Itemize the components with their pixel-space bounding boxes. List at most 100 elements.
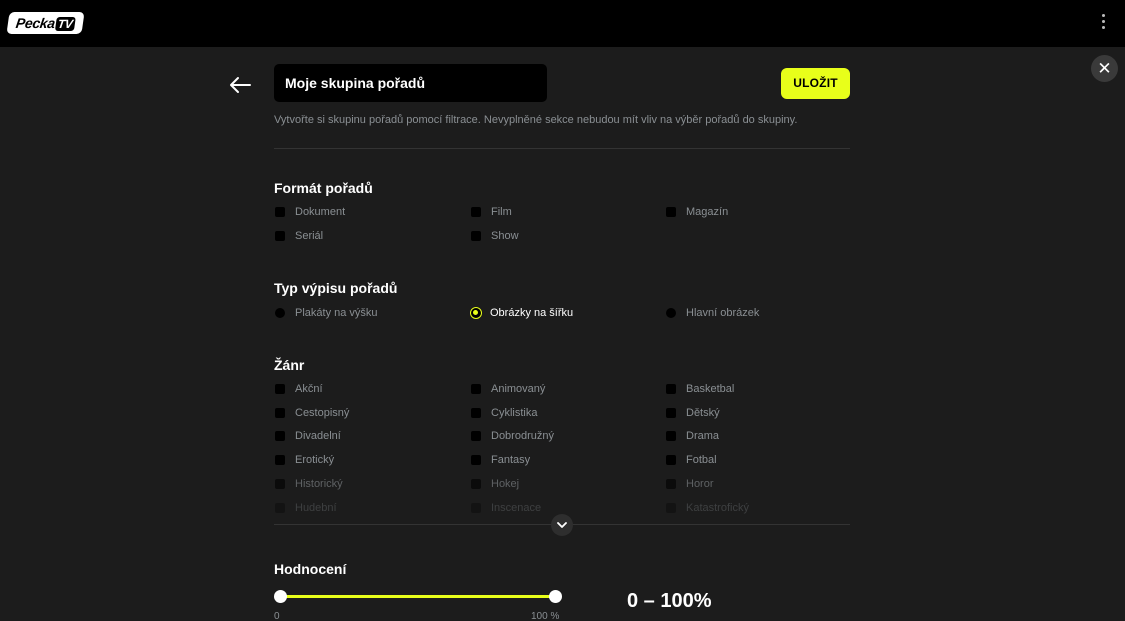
checkbox[interactable] — [666, 207, 676, 217]
format-option-dokument[interactable]: Dokument — [275, 206, 345, 218]
checkbox[interactable] — [275, 207, 285, 217]
checkbox[interactable] — [471, 407, 481, 418]
option-label: Katastrofický — [686, 501, 749, 514]
genre-option[interactable]: Dětský — [666, 407, 720, 419]
option-label: Basketbal — [686, 383, 735, 395]
listing-option-portrait[interactable]: Plakáty na výšku — [275, 307, 378, 319]
checkbox[interactable] — [275, 502, 285, 513]
checkbox[interactable] — [275, 431, 285, 442]
rating-range-value: 0 – 100% — [627, 590, 712, 612]
genre-option[interactable]: Hokej — [471, 478, 519, 490]
genre-option[interactable]: Akční — [275, 383, 323, 395]
checkbox[interactable] — [275, 478, 285, 489]
option-label: Akční — [295, 383, 323, 395]
option-label: Film — [491, 206, 512, 218]
checkbox[interactable] — [666, 478, 676, 489]
option-label: Dětský — [686, 406, 720, 419]
checkbox[interactable] — [275, 384, 285, 394]
rating-section-title: Hodnocení — [274, 561, 347, 577]
option-label: Horor — [686, 477, 714, 490]
rating-slider-min-handle[interactable] — [274, 590, 287, 603]
option-label: Animovaný — [491, 383, 546, 395]
option-label: Hlavní obrázek — [686, 307, 760, 319]
format-option-show[interactable]: Show — [471, 230, 519, 242]
genre-option[interactable]: Divadelní — [275, 430, 341, 442]
rating-min-label: 0 — [274, 611, 280, 621]
divider — [274, 148, 850, 149]
checkbox[interactable] — [666, 384, 676, 394]
radio[interactable] — [275, 308, 285, 318]
option-label: Hokej — [491, 477, 520, 490]
back-arrow-icon[interactable] — [229, 76, 251, 94]
genre-option[interactable]: Fantasy — [471, 454, 530, 466]
format-option-serial[interactable]: Seriál — [275, 230, 323, 242]
listing-option-landscape[interactable]: Obrázky na šířku — [470, 307, 574, 319]
genre-option[interactable]: Drama — [666, 430, 719, 442]
option-label: Erotický — [295, 454, 335, 467]
close-icon[interactable]: ✕ — [1091, 55, 1118, 82]
genre-option[interactable]: Basketbal — [666, 383, 734, 395]
checkbox[interactable] — [471, 384, 481, 394]
menu-dots-icon[interactable] — [1099, 14, 1107, 32]
format-option-magazin[interactable]: Magazín — [666, 206, 728, 218]
checkbox[interactable] — [275, 407, 285, 418]
genre-option[interactable]: Cestopisný — [275, 407, 349, 419]
option-label: Drama — [686, 430, 720, 443]
description-text: Vytvořte si skupinu pořadů pomocí filtra… — [274, 114, 798, 126]
format-section-title: Formát pořadů — [274, 180, 373, 196]
option-label: Cyklistika — [491, 406, 538, 419]
checkbox[interactable] — [275, 455, 285, 466]
checkbox[interactable] — [666, 502, 676, 513]
logo-tv: TV — [54, 17, 76, 31]
option-label: Historický — [295, 477, 343, 490]
genre-option[interactable]: Katastrofický — [666, 502, 749, 514]
chevron-down-icon — [557, 522, 567, 528]
checkbox[interactable] — [471, 478, 481, 489]
group-name-input[interactable] — [274, 64, 547, 102]
genre-option[interactable]: Inscenace — [471, 502, 541, 514]
option-label: Hudební — [295, 501, 337, 514]
option-label: Divadelní — [295, 430, 341, 443]
rating-max-label: 100 % — [531, 611, 560, 621]
genre-option[interactable]: Horor — [666, 478, 714, 490]
option-label: Fotbal — [686, 454, 717, 467]
checkbox[interactable] — [275, 231, 285, 241]
genre-section-title: Žánr — [274, 357, 305, 373]
genre-option[interactable]: Historický — [275, 478, 343, 490]
checkbox[interactable] — [471, 502, 481, 513]
option-label: Show — [491, 230, 519, 242]
radio-selected[interactable] — [470, 307, 482, 319]
top-bar: PeckaTV — [0, 0, 1125, 47]
listing-option-main-image[interactable]: Hlavní obrázek — [666, 307, 759, 319]
option-label: Dokument — [295, 206, 346, 218]
checkbox[interactable] — [471, 455, 481, 466]
rating-slider-track[interactable] — [280, 595, 555, 598]
format-option-film[interactable]: Film — [471, 206, 512, 218]
option-label: Magazín — [686, 206, 729, 218]
checkbox[interactable] — [666, 431, 676, 442]
option-label: Fantasy — [491, 454, 531, 467]
genre-option[interactable]: Fotbal — [666, 454, 717, 466]
option-label: Inscenace — [491, 501, 542, 514]
genre-option[interactable]: Erotický — [275, 454, 334, 466]
checkbox[interactable] — [666, 455, 676, 466]
genre-option[interactable]: Cyklistika — [471, 407, 537, 419]
radio[interactable] — [666, 308, 676, 318]
genre-option[interactable]: Hudební — [275, 502, 337, 514]
logo-text: Pecka — [14, 15, 57, 31]
rating-slider-max-handle[interactable] — [549, 590, 562, 603]
checkbox[interactable] — [471, 207, 481, 217]
option-label: Seriál — [295, 230, 324, 242]
listing-section-title: Typ výpisu pořadů — [274, 280, 398, 296]
checkbox[interactable] — [471, 431, 481, 442]
checkbox[interactable] — [471, 231, 481, 241]
option-label: Dobrodružný — [491, 430, 554, 443]
expand-genres-button[interactable] — [551, 514, 573, 536]
genre-option[interactable]: Animovaný — [471, 383, 545, 395]
option-label: Obrázky na šířku — [490, 307, 574, 319]
pecka-tv-logo[interactable]: PeckaTV — [6, 12, 85, 34]
genre-option[interactable]: Dobrodružný — [471, 430, 554, 442]
option-label: Plakáty na výšku — [295, 307, 378, 319]
checkbox[interactable] — [666, 407, 676, 418]
save-button[interactable]: ULOŽIT — [781, 68, 850, 99]
